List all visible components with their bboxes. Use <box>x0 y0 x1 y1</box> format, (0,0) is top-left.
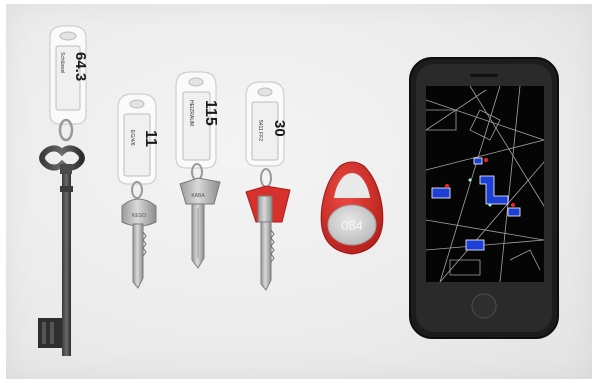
tag-number-115: 115 <box>202 100 219 126</box>
key-tag-1: 64.3 Schlüssel <box>49 25 89 125</box>
tag-sub-heizraum: HEIZRAUM <box>188 100 194 126</box>
svg-text:KABA: KABA <box>191 193 205 199</box>
tag-sub-eg46: EG/4/6 <box>129 130 135 146</box>
home-button <box>471 293 497 319</box>
tag-number-64-3: 64.3 <box>72 52 89 81</box>
skeleton-key: 64.3 Schlüssel <box>38 25 89 356</box>
smartphone <box>409 57 559 339</box>
tag-sub-text: Schlüssel <box>59 52 65 73</box>
tag-sub-5411: 5411 FF2 <box>257 120 263 141</box>
key-30: 30 5411 FF2 <box>245 81 291 291</box>
key-11: 11 EG/4/6 KESO <box>117 93 159 289</box>
scene: 64.3 Schlüssel 11 EG/4/6 KESO 115 HEIZRA… <box>38 25 559 356</box>
tag-number-30: 30 <box>271 120 288 137</box>
rfid-fob: 084 <box>320 161 384 255</box>
key-115: 115 HEIZRAUM KABA <box>175 71 221 269</box>
tag-number-11: 11 <box>142 130 159 147</box>
fob-label: 084 <box>341 218 363 233</box>
svg-text:KESO: KESO <box>132 213 146 219</box>
